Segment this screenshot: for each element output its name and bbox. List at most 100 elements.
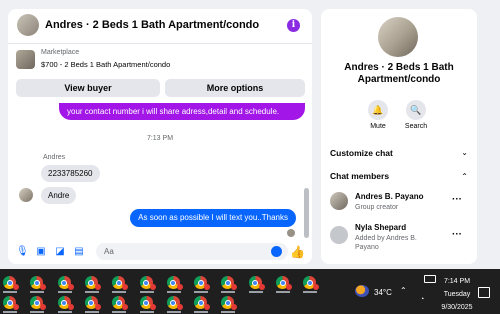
like-icon[interactable]: 👍 <box>290 245 305 259</box>
incoming-message: Andre <box>41 187 77 204</box>
view-buyer-button[interactable]: View buyer <box>16 79 160 97</box>
running-indicator <box>166 311 181 313</box>
running-indicator <box>84 311 99 313</box>
running-indicator <box>57 291 72 293</box>
listing-thumbnail[interactable] <box>16 50 35 69</box>
listing-avatar-large[interactable] <box>378 17 418 57</box>
listing-title[interactable]: $700 - 2 Beds 1 Bath Apartment/condo <box>41 60 170 69</box>
emoji-icon[interactable] <box>271 246 282 257</box>
outgoing-message: your contact number i will share adress,… <box>59 103 305 120</box>
info-icon[interactable]: i <box>287 19 300 32</box>
running-indicator <box>194 311 209 313</box>
profile-badge-icon <box>149 284 156 290</box>
chrome-window-icon[interactable] <box>166 296 183 310</box>
chrome-window-icon[interactable] <box>84 296 101 310</box>
chevron-up-icon[interactable]: ⌃ <box>461 172 468 181</box>
battery-icon[interactable] <box>424 275 436 283</box>
chrome-window-icon[interactable] <box>139 296 156 310</box>
running-indicator <box>84 291 99 293</box>
profile-badge-icon <box>67 304 74 310</box>
chat-members[interactable]: Chat members <box>330 171 389 181</box>
search-label[interactable]: Search <box>396 123 436 130</box>
more-options-button[interactable]: More options <box>165 79 305 97</box>
chrome-window-icon[interactable] <box>276 276 292 290</box>
running-indicator <box>221 311 236 313</box>
profile-badge-icon <box>176 284 183 290</box>
member-name[interactable]: Andres B. Payano <box>355 192 423 201</box>
chrome-window-icon[interactable] <box>194 276 211 290</box>
clock-day: Tuesday <box>443 291 471 298</box>
chrome-window-icon[interactable] <box>303 276 320 290</box>
scrollbar[interactable] <box>304 188 309 238</box>
notification-icon[interactable] <box>478 287 490 298</box>
member-more-icon[interactable]: ··· <box>452 194 462 205</box>
running-indicator <box>166 291 181 293</box>
mute-bell-icon[interactable]: 🔔 <box>368 100 388 120</box>
customize-chat[interactable]: Customize chat <box>330 148 393 158</box>
chat-title[interactable]: Andres · 2 Beds 1 Bath Apartment/condo <box>45 19 259 31</box>
chrome-window-icon[interactable] <box>30 276 47 290</box>
member-more-icon[interactable]: ··· <box>452 229 462 240</box>
sender-name: Andres <box>43 154 66 161</box>
microphone-icon[interactable]: 🎙 <box>16 246 29 258</box>
chrome-window-icon[interactable] <box>112 276 129 290</box>
member-avatar[interactable] <box>330 192 348 210</box>
member-avatar[interactable] <box>330 226 348 244</box>
weather-icon[interactable] <box>355 285 369 297</box>
mute-label[interactable]: Mute <box>358 123 398 130</box>
message-timestamp: 7:13 PM <box>146 135 174 142</box>
chrome-window-icon[interactable] <box>112 296 129 310</box>
profile-badge-icon <box>67 284 74 290</box>
wifi-icon[interactable]: ◔ <box>420 296 424 303</box>
chrome-window-icon[interactable] <box>57 276 74 290</box>
running-indicator <box>139 311 154 313</box>
profile-badge-icon <box>94 284 101 290</box>
chrome-window-icon[interactable] <box>3 276 19 290</box>
chrome-window-icon[interactable] <box>221 276 238 290</box>
chrome-window-icon[interactable] <box>139 276 156 290</box>
profile-badge-icon <box>176 304 183 310</box>
search-icon[interactable]: 🔍 <box>406 100 426 120</box>
running-indicator <box>3 311 17 313</box>
profile-badge-icon <box>149 304 156 310</box>
profile-badge-icon <box>286 284 292 290</box>
message-list: your contact number i will share adress,… <box>8 102 312 239</box>
chrome-window-icon[interactable] <box>248 276 265 290</box>
chat-header: Andres · 2 Beds 1 Bath Apartment/condo i <box>8 9 312 44</box>
running-indicator <box>276 291 290 293</box>
sticker-icon[interactable]: ◪ <box>54 246 66 258</box>
chevron-up-icon[interactable]: ⌃ <box>400 286 407 295</box>
chat-info-panel: Andres · 2 Beds 1 Bath Apartment/condo 🔔… <box>321 9 477 264</box>
photo-icon[interactable]: ▣ <box>35 246 47 258</box>
running-indicator <box>112 291 127 293</box>
message-input[interactable]: Aa <box>96 243 288 260</box>
member-name[interactable]: Nyla Shepard <box>355 223 406 232</box>
chrome-window-icon[interactable] <box>194 296 211 310</box>
clock-date: 9/30/2025 <box>441 304 473 311</box>
clock-time: 7:14 PM <box>443 278 471 285</box>
sender-avatar[interactable] <box>19 188 33 202</box>
system-clock[interactable]: 7:14 PM Tuesday 9/30/2025 <box>436 275 478 314</box>
running-indicator <box>112 311 127 313</box>
profile-badge-icon <box>13 284 19 290</box>
running-indicator <box>248 291 263 293</box>
running-indicator <box>30 291 45 293</box>
gif-icon[interactable]: ▤ <box>73 246 85 258</box>
chrome-window-icon[interactable] <box>84 276 101 290</box>
incoming-message: 2233785260 <box>41 165 100 182</box>
chat-window: Andres · 2 Beds 1 Bath Apartment/condo i… <box>8 9 312 264</box>
chrome-window-icon[interactable] <box>30 296 47 310</box>
outgoing-message: As soon as possible I will text you..Tha… <box>130 209 296 227</box>
chrome-window-icon[interactable] <box>57 296 74 310</box>
chevron-down-icon[interactable]: ⌄ <box>461 148 468 157</box>
chrome-window-icon[interactable] <box>166 276 183 290</box>
composer: 🎙 ▣ ◪ ▤ Aa 👍 <box>8 240 312 264</box>
chrome-window-icon[interactable] <box>3 296 19 310</box>
running-indicator <box>221 291 236 293</box>
running-indicator <box>303 291 318 293</box>
temperature[interactable]: 34°C <box>374 288 392 297</box>
running-indicator <box>57 311 72 313</box>
chrome-window-icon[interactable] <box>221 296 238 310</box>
profile-badge-icon <box>94 304 101 310</box>
listing-avatar[interactable] <box>17 14 39 36</box>
